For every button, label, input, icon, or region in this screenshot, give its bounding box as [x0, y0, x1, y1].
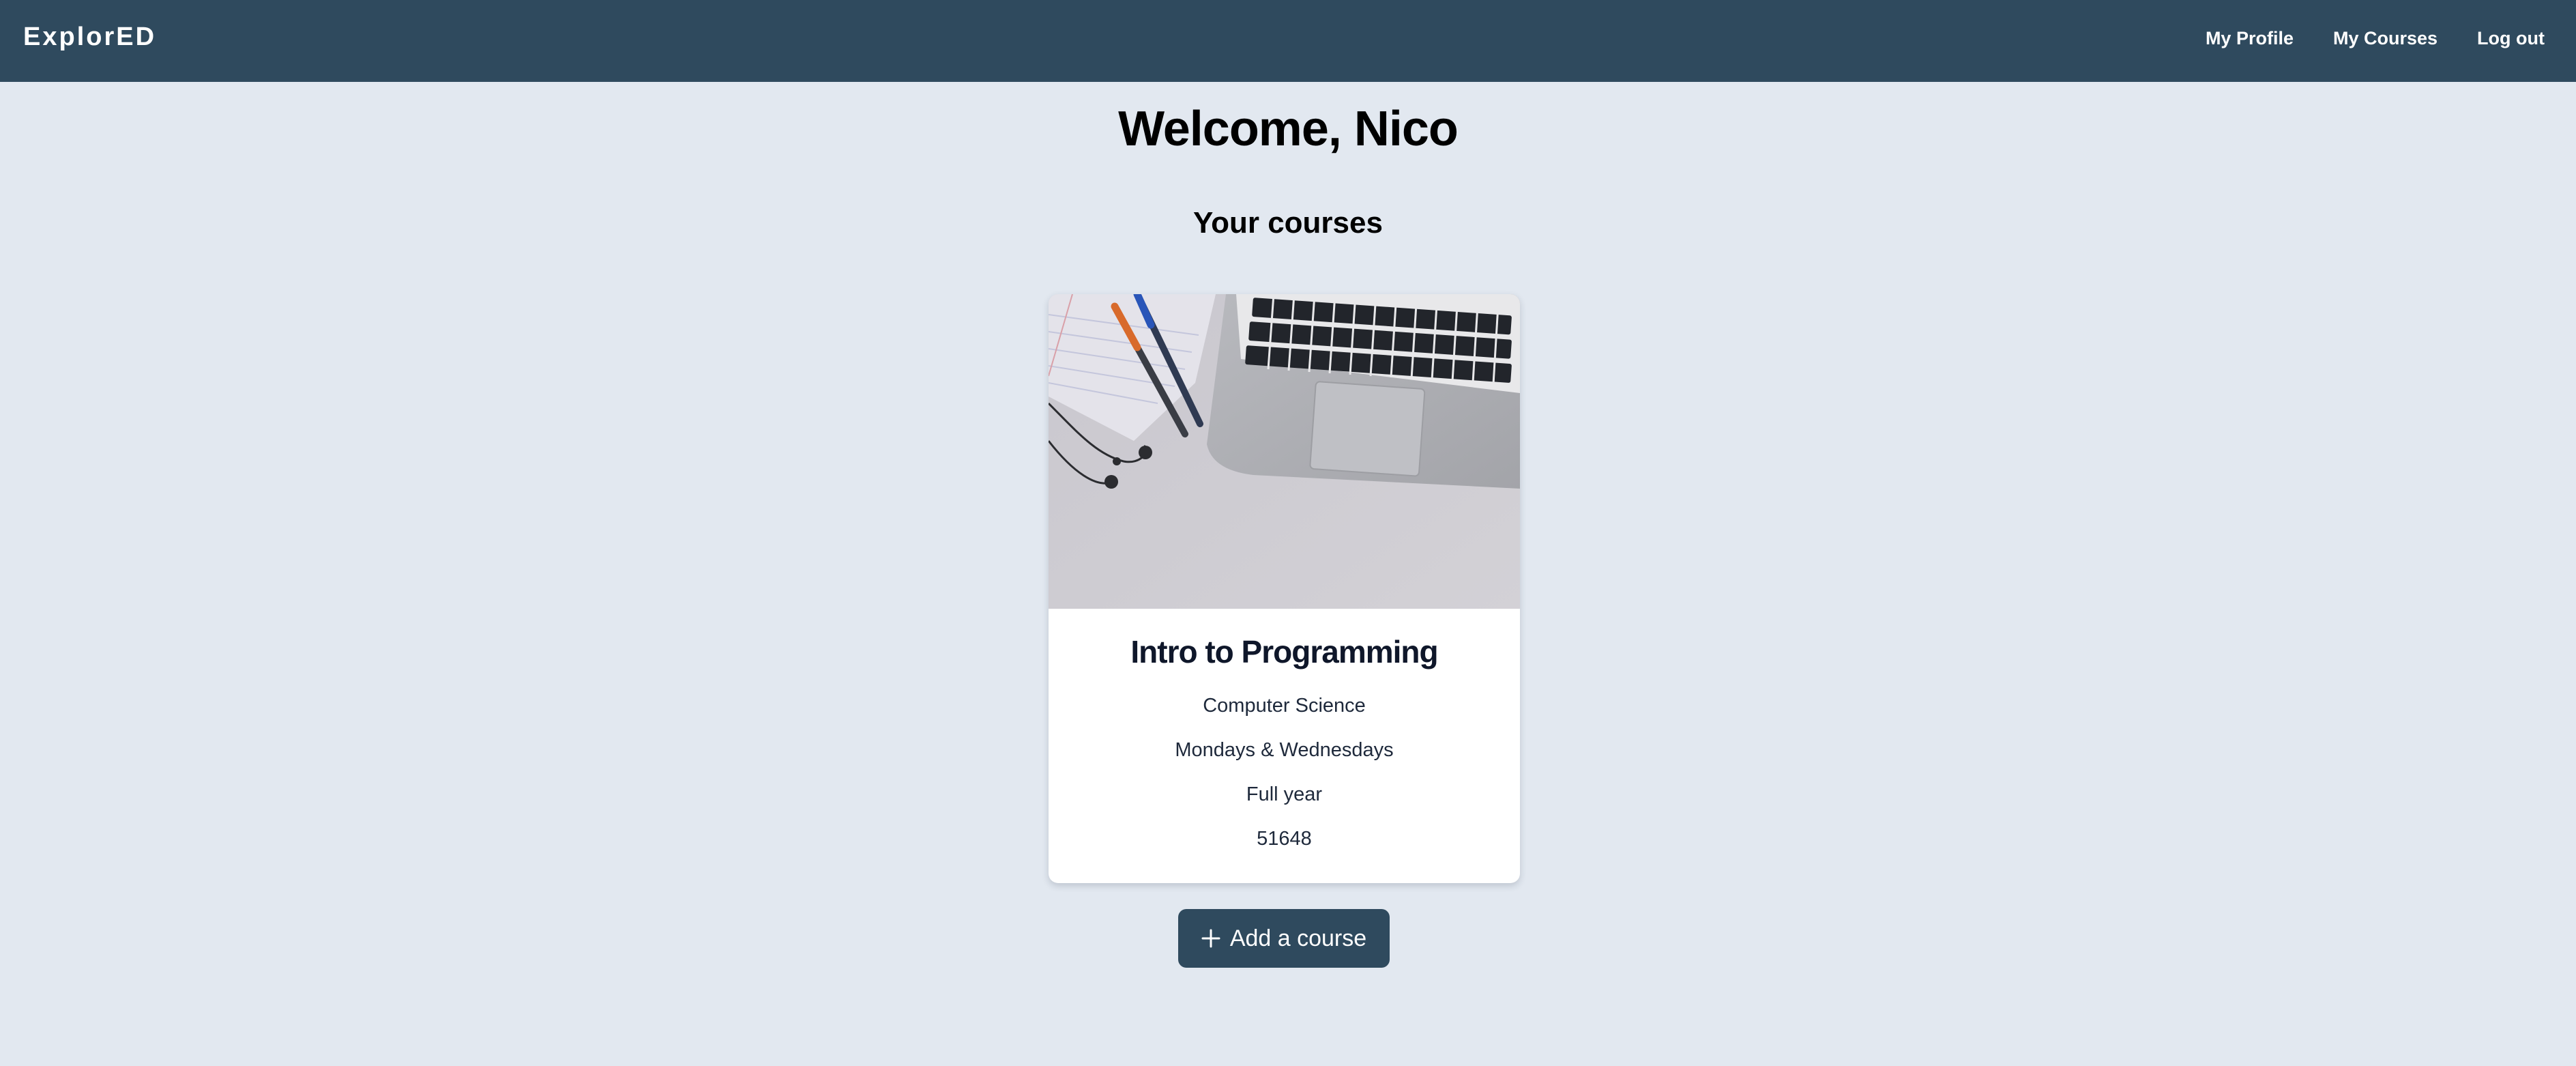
nav-link-my-courses[interactable]: My Courses: [2333, 28, 2438, 49]
plus-icon: [1201, 929, 1220, 948]
course-image: [1049, 294, 1520, 609]
brand-logo[interactable]: ExplorED: [23, 23, 156, 52]
nav-link-log-out[interactable]: Log out: [2477, 28, 2545, 49]
course-title[interactable]: Intro to Programming: [1049, 633, 1520, 670]
course-details: Intro to Programming Computer Science Mo…: [1049, 609, 1520, 861]
add-course-label: Add a course: [1229, 925, 1367, 951]
course-duration: Full year: [1246, 783, 1323, 805]
nav-link-my-profile[interactable]: My Profile: [2206, 28, 2294, 49]
course-schedule: Mondays & Wednesdays: [1175, 739, 1394, 761]
courses-section-title: Your courses: [1193, 206, 1383, 240]
add-course-button[interactable]: Add a course: [1178, 909, 1390, 968]
welcome-heading: Welcome, Nico: [1118, 102, 1459, 156]
course-card[interactable]: Intro to Programming Computer Science Mo…: [1049, 294, 1520, 883]
course-code: 51648: [1257, 828, 1312, 850]
course-subject: Computer Science: [1203, 695, 1366, 717]
nav-links: My Profile My Courses Log out: [2206, 28, 2545, 49]
top-navbar: ExplorED My Profile My Courses Log out: [0, 0, 2576, 82]
